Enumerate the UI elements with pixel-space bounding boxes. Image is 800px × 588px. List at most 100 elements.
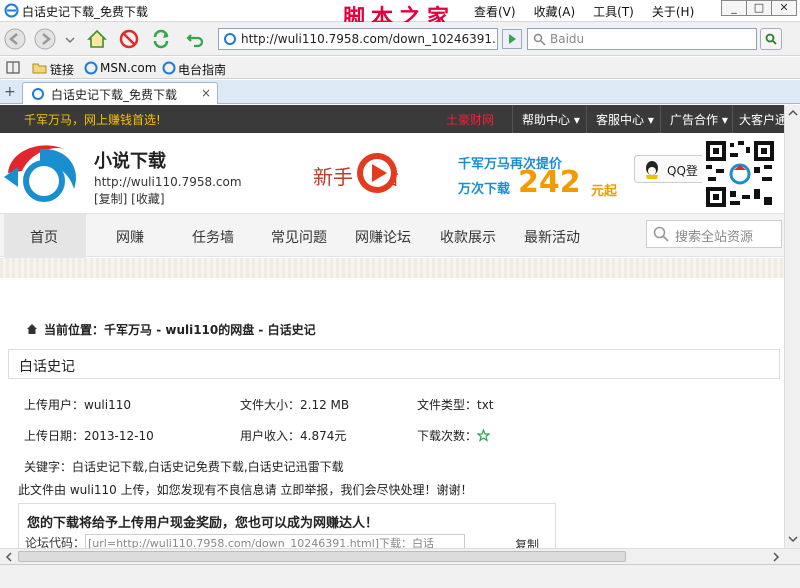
address-url[interactable]: http://wuli110.7958.com/down_10246391.h [241, 32, 496, 46]
links-bar: 链接 MSN.com 电台指南 [0, 57, 800, 79]
vertical-scrollbar[interactable] [784, 105, 800, 548]
minimize-button[interactable]: _ [721, 0, 747, 16]
page-icon [224, 33, 236, 45]
maximize-button[interactable]: □ [746, 0, 772, 16]
qr-code-icon [702, 137, 778, 211]
scroll-down-icon[interactable] [787, 533, 799, 545]
search-input[interactable]: Baidu [527, 28, 757, 50]
play-icon [509, 34, 516, 44]
topbar-divider [586, 105, 587, 133]
site-search-input[interactable]: 搜索全站资源 [646, 220, 782, 248]
decorative-stripe [0, 258, 784, 278]
star-icon [476, 428, 491, 442]
forward-icon[interactable] [34, 28, 56, 50]
tab-strip: + 白话史记下载_免费下载 × [0, 80, 800, 104]
search-placeholder: Baidu [550, 32, 585, 46]
tab-active[interactable]: 白话史记下载_免费下载 × [22, 82, 218, 104]
keywords: 关键字：白话史记下载,白话史记免费下载,白话史记迅雷下载 [24, 460, 344, 474]
topbar-divider [512, 105, 513, 133]
user-income: 用户收入：4.874元 [240, 429, 347, 443]
qq-label: QQ登 [667, 164, 698, 178]
home-icon[interactable] [86, 28, 108, 50]
menu-about[interactable]: 关于(H) [652, 3, 694, 20]
breadcrumb-home-icon [27, 324, 37, 334]
menu-favorites[interactable]: 收藏(A) [534, 3, 576, 20]
close-button[interactable]: ✕ [771, 0, 797, 16]
refresh-icon[interactable] [150, 28, 172, 50]
scroll-left-icon[interactable] [3, 551, 15, 563]
menu-view[interactable]: 查看(V) [474, 3, 516, 20]
window-title: 白话史记下载_免费下载 [22, 5, 149, 19]
site-topbar: 千军万马，网上赚钱首选! 土豪财网 帮助中心 ▾ 客服中心 ▾ 广告合作 ▾ 大… [0, 105, 784, 133]
nav-home[interactable]: 首页 [30, 227, 58, 247]
new-tab-button[interactable]: + [4, 84, 16, 100]
nav-task-wall[interactable]: 任务墙 [192, 227, 234, 247]
copy-favorite-links[interactable]: [复制] [收藏] [94, 190, 165, 207]
search-icon [533, 33, 546, 46]
browser-toolbar: http://wuli110.7958.com/down_10246391.h … [0, 22, 800, 56]
tab-close-icon[interactable]: × [201, 86, 211, 100]
scroll-right-icon[interactable] [770, 551, 782, 563]
topbar-divider [660, 105, 661, 133]
topbar-service[interactable]: 客服中心 ▾ [596, 111, 654, 128]
link-links[interactable]: 链接 [50, 61, 74, 78]
magnifier-icon [765, 33, 777, 45]
nav-events[interactable]: 最新活动 [524, 227, 580, 247]
menu-bar: 查看(V) 收藏(A) 工具(T) 关于(H) [474, 3, 712, 20]
chevron-down-icon[interactable] [64, 28, 76, 50]
status-bar [0, 564, 800, 588]
nav-payments[interactable]: 收款展示 [440, 227, 496, 247]
topbar-vip[interactable]: 大客户通 [739, 111, 784, 128]
report-notice: 此文件由 wuli110 上传，如您发现有不良信息请 立即举报，我们会尽快处理！… [18, 483, 473, 497]
window-titlebar: 白话史记下载_免费下载 脚本之家 查看(V) 收藏(A) 工具(T) 关于(H)… [0, 0, 800, 31]
topbar-divider [732, 105, 733, 133]
nav-forum[interactable]: 网赚论坛 [355, 227, 411, 247]
topbar-ads[interactable]: 广告合作 ▾ [670, 111, 728, 128]
qq-penguin-icon [646, 161, 658, 179]
tab-label: 白话史记下载_免费下载 [51, 88, 178, 102]
scroll-up-icon[interactable] [787, 107, 799, 119]
banner-downloads[interactable]: 万次下载 [458, 178, 510, 197]
book-icon [6, 61, 20, 74]
breadcrumb-path[interactable]: 千军万马 - wuli110的网盘 - 白话史记 [104, 323, 316, 337]
msn-icon [84, 61, 98, 75]
file-title-box: 白话史记 [8, 349, 780, 379]
undo-icon[interactable] [184, 28, 206, 50]
file-size: 文件大小：2.12 MB [240, 398, 350, 412]
forum-code-row: 论坛代码： [25, 534, 466, 548]
back-icon[interactable] [4, 28, 26, 50]
nav-faq[interactable]: 常见问题 [271, 227, 327, 247]
nav-earn[interactable]: 网赚 [116, 227, 144, 247]
site-search-placeholder: 搜索全站资源 [675, 230, 754, 245]
newbie-banner[interactable]: 新手 必看 [313, 151, 443, 195]
file-content: 当前位置：千军万马 - wuli110的网盘 - 白话史记 白话史记 上传用户：… [0, 281, 784, 548]
download-count: 下载次数： [417, 427, 491, 444]
go-button[interactable] [502, 29, 522, 49]
scroll-thumb[interactable] [18, 551, 626, 562]
site-search-icon [653, 226, 669, 242]
play-button-icon [357, 153, 397, 193]
link-radio-guide[interactable]: 电台指南 [178, 61, 226, 78]
forum-code-input[interactable] [85, 534, 466, 548]
radio-icon [162, 61, 176, 75]
search-button[interactable] [760, 28, 782, 50]
link-msn[interactable]: MSN.com [100, 61, 156, 75]
folder-icon [32, 63, 47, 74]
window-controls: _ □ ✕ [721, 0, 797, 16]
banner-price-unit[interactable]: 元起 [591, 180, 617, 199]
breadcrumb: 当前位置：千军万马 - wuli110的网盘 - 白话史记 [26, 321, 316, 338]
stop-icon[interactable] [118, 28, 140, 50]
reward-title: 您的下载将给予上传用户现金奖励，您也可以成为网赚达人！ [27, 516, 379, 531]
menu-tools[interactable]: 工具(T) [593, 3, 634, 20]
ie-icon [4, 3, 19, 18]
site-logo-icon[interactable] [0, 137, 84, 211]
address-bar[interactable]: http://wuli110.7958.com/down_10246391.h [218, 28, 498, 50]
tab-page-icon [32, 88, 44, 100]
reward-box: 您的下载将给予上传用户现金奖励，您也可以成为网赚达人！ 论坛代码： 复制 [18, 503, 556, 548]
banner-price-number[interactable]: 242 [518, 165, 581, 200]
file-title: 白话史记 [19, 359, 75, 375]
topbar-red-link[interactable]: 土豪财网 [446, 111, 494, 128]
horizontal-scrollbar[interactable] [0, 548, 800, 564]
topbar-help[interactable]: 帮助中心 ▾ [522, 111, 580, 128]
copy-button[interactable]: 复制 [515, 536, 539, 548]
